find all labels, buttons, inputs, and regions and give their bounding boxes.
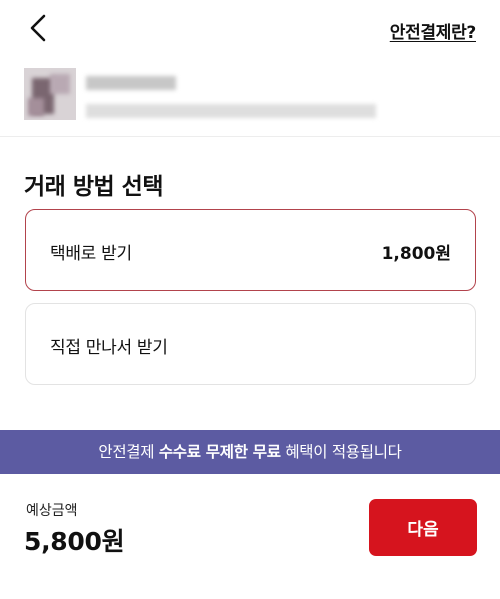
option-meet-in-person[interactable]: 직접 만나서 받기 xyxy=(25,303,476,385)
banner-prefix: 안전결제 xyxy=(98,443,159,461)
product-detail-blurred xyxy=(86,104,376,118)
option-label: 직접 만나서 받기 xyxy=(50,338,168,358)
top-bar: 안전결제란? xyxy=(0,0,500,60)
safe-payment-info-link[interactable]: 안전결제란? xyxy=(390,18,477,43)
section-title: 거래 방법 선택 xyxy=(24,174,163,200)
chevron-left-icon xyxy=(30,14,46,42)
product-title-blurred xyxy=(86,76,176,90)
estimate-amount: 5,800원 xyxy=(24,527,125,556)
banner-highlight: 수수료 무제한 무료 xyxy=(158,443,281,461)
estimate-label: 예상금액 xyxy=(26,503,78,519)
bottom-bar: 예상금액 5,800원 다음 xyxy=(0,474,500,599)
banner-suffix: 혜택이 적용됩니다 xyxy=(280,443,402,461)
option-delivery[interactable]: 택배로 받기 1,800원 xyxy=(25,209,476,291)
product-thumbnail xyxy=(24,68,76,120)
back-button[interactable] xyxy=(24,10,58,46)
option-label: 택배로 받기 xyxy=(50,244,132,264)
product-summary xyxy=(0,60,500,137)
safe-payment-banner: 안전결제 수수료 무제한 무료 혜택이 적용됩니다 xyxy=(0,430,500,474)
option-price: 1,800원 xyxy=(381,244,451,264)
next-button[interactable]: 다음 xyxy=(369,499,477,556)
